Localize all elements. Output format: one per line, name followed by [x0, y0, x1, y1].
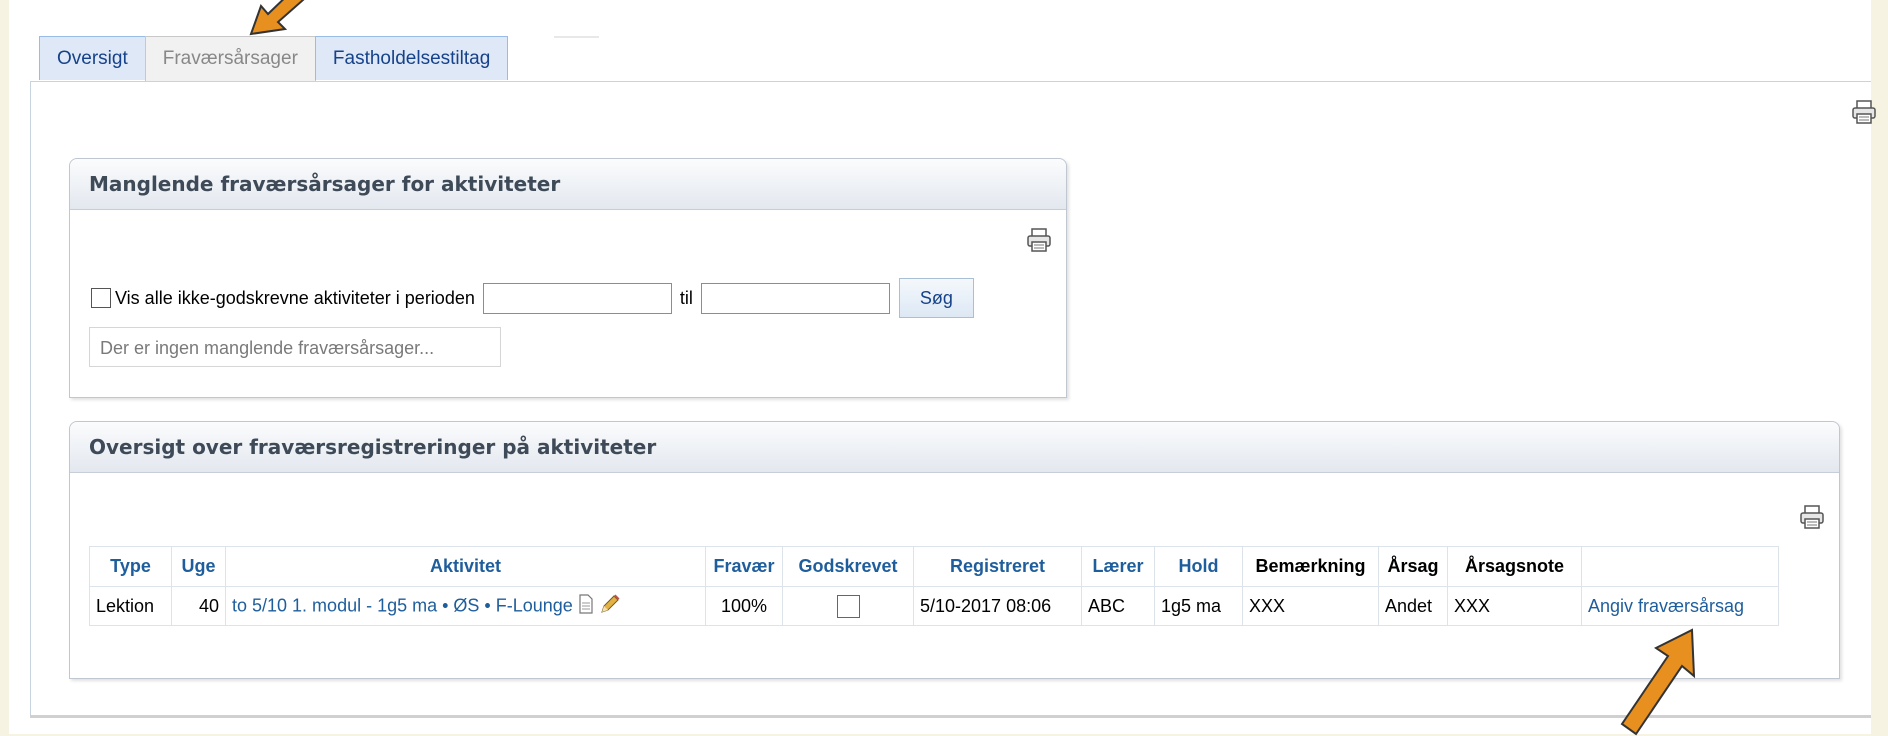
activity-link[interactable]: to 5/10 1. modul - 1g5 ma • ØS • F-Loung… [232, 595, 573, 615]
cell-uge: 40 [171, 586, 226, 626]
annotation-arrow [249, 0, 305, 36]
cell-aarsag: Andet [1378, 586, 1448, 626]
cell-hold: 1g5 ma [1154, 586, 1243, 626]
table-header-row: Type Uge Aktivitet Fravær Godskrevet Reg… [89, 546, 1779, 587]
divider [30, 715, 1871, 718]
page: Oversigt Fraværsårsager Fastholdelsestil… [9, 0, 1876, 734]
printer-icon[interactable] [1026, 228, 1052, 252]
tab-oversigt[interactable]: Oversigt [39, 36, 146, 80]
cell-godskrevet [782, 586, 914, 626]
column-header-uge[interactable]: Uge [171, 546, 226, 587]
tab-divider [554, 36, 599, 38]
cell-action: Angiv fraværsårsag [1581, 586, 1779, 626]
tab-bar: Oversigt Fraværsårsager Fastholdelsestil… [39, 36, 509, 82]
tab-fastholdelsestiltag[interactable]: Fastholdelsestiltag [314, 36, 509, 80]
missing-reasons-panel: Manglende fraværsårsager for aktiviteter… [69, 158, 1067, 398]
set-absence-reason-link[interactable]: Angiv fraværsårsag [1588, 596, 1744, 616]
cell-registreret: 5/10-2017 08:06 [913, 586, 1082, 626]
column-header-aarsag: Årsag [1378, 546, 1448, 587]
godskrevet-checkbox[interactable] [836, 594, 860, 618]
document-icon[interactable] [578, 593, 594, 619]
table-row: Lektion 40 to 5/10 1. modul - 1g5 ma • Ø… [89, 586, 1779, 626]
column-header-aktivitet[interactable]: Aktivitet [225, 546, 706, 587]
absence-overview-panel: Oversigt over fraværsregistreringer på a… [69, 421, 1840, 679]
column-header-aarsagsnote: Årsagsnote [1447, 546, 1582, 587]
column-header-hold[interactable]: Hold [1154, 546, 1243, 587]
from-date-input[interactable] [482, 282, 672, 314]
column-header-laerer[interactable]: Lærer [1081, 546, 1155, 587]
cell-aarsagsnote: XXX [1447, 586, 1582, 626]
printer-icon[interactable] [1851, 100, 1877, 124]
column-header-fravaer[interactable]: Fravær [705, 546, 783, 587]
absence-table: Type Uge Aktivitet Fravær Godskrevet Reg… [89, 546, 1779, 626]
show-all-label: Vis alle ikke-godskrevne aktiviteter i p… [115, 287, 475, 308]
column-header-registreret[interactable]: Registreret [913, 546, 1082, 587]
tab-fravaersaarsager[interactable]: Fraværsårsager [144, 36, 316, 82]
search-button[interactable]: Søg [898, 278, 974, 318]
show-all-checkbox[interactable] [91, 288, 111, 308]
to-date-input[interactable] [700, 282, 890, 314]
panel-title: Manglende fraværsårsager for aktiviteter [70, 159, 1066, 210]
printer-icon[interactable] [1799, 505, 1825, 529]
cell-bemaerkning: XXX [1242, 586, 1379, 626]
annotation-arrow [1620, 628, 1696, 736]
pencil-icon[interactable] [599, 593, 621, 620]
column-header-type[interactable]: Type [89, 546, 172, 587]
cell-aktivitet: to 5/10 1. modul - 1g5 ma • ØS • F-Loung… [225, 586, 706, 626]
column-header-action [1581, 546, 1779, 587]
panel-title: Oversigt over fraværsregistreringer på a… [70, 422, 1839, 473]
cell-laerer: ABC [1081, 586, 1155, 626]
to-label: til [679, 287, 693, 308]
column-header-godskrevet[interactable]: Godskrevet [782, 546, 914, 587]
empty-message: Der er ingen manglende fraværsårsager... [89, 327, 501, 367]
column-header-bemaerkning: Bemærkning [1242, 546, 1379, 587]
cell-fravaer: 100% [705, 586, 783, 626]
cell-type: Lektion [89, 586, 172, 626]
period-filter-row: Vis alle ikke-godskrevne aktiviteter i p… [91, 278, 974, 318]
